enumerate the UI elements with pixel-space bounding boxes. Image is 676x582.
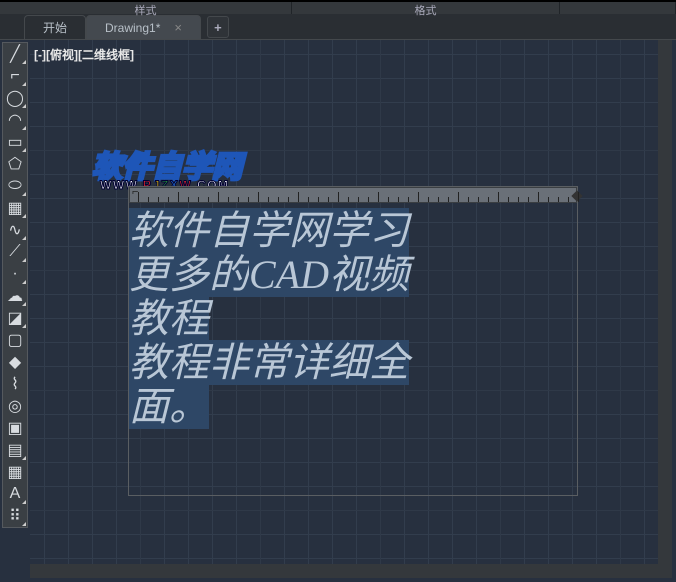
viewport-label[interactable]: [-][俯视][二维线框]: [34, 46, 134, 63]
text-body[interactable]: 软件自学网学习 更多的CAD视频 教程 教程非常详细全 面。: [129, 205, 577, 495]
tool-polyline[interactable]: ⌐: [3, 65, 27, 87]
tool-spline[interactable]: ∿: [3, 219, 27, 241]
tab-start[interactable]: 开始: [24, 15, 86, 39]
tool-line[interactable]: ╱: [3, 43, 27, 65]
menubar: 样式 格式: [0, 0, 676, 14]
new-tab-button[interactable]: +: [207, 16, 229, 38]
tool-region[interactable]: ◪: [3, 307, 27, 329]
tab-drawing1[interactable]: Drawing1* ×: [86, 15, 201, 39]
mtext-editor[interactable]: ⌐ 软件自学网学习 更多的CAD视频 教程 教程非常详细全 面。: [128, 186, 578, 496]
document-tabs: 开始 Drawing1* × +: [0, 14, 676, 40]
tool-revcloud[interactable]: ☁: [3, 285, 27, 307]
draw-toolbar: ╱⌐◯◠▭⬠⬭▦∿⟋·☁◪▢◆⌇◎▣▤▦A⠿: [2, 42, 28, 528]
tool-construction[interactable]: ⟋: [3, 241, 27, 263]
tool-arc[interactable]: ◠: [3, 109, 27, 131]
tool-polygon[interactable]: ⬠: [3, 153, 27, 175]
tool-rectangle[interactable]: ▭: [3, 131, 27, 153]
tool-wipeout[interactable]: ▢: [3, 329, 27, 351]
tool-3dface[interactable]: ◆: [3, 351, 27, 373]
tool-donut[interactable]: ◎: [3, 395, 27, 417]
workspace: ╱⌐◯◠▭⬠⬭▦∿⟋·☁◪▢◆⌇◎▣▤▦A⠿ [-][俯视][二维线框] 软件自…: [0, 40, 676, 582]
close-icon[interactable]: ×: [174, 20, 182, 35]
tool-boundary[interactable]: ▣: [3, 417, 27, 439]
tool-measure[interactable]: ▤: [3, 439, 27, 461]
tool-helix[interactable]: ⌇: [3, 373, 27, 395]
tool-hatch[interactable]: ▦: [3, 197, 27, 219]
tool-circle[interactable]: ◯: [3, 87, 27, 109]
tool-table[interactable]: ▦: [3, 461, 27, 483]
menu-style[interactable]: 样式: [0, 2, 292, 14]
tool-text[interactable]: A: [3, 483, 27, 505]
tool-more[interactable]: ⠿: [3, 505, 27, 527]
menu-spacer: [560, 2, 676, 14]
menu-format[interactable]: 格式: [292, 2, 560, 14]
tool-ellipse[interactable]: ⬭: [3, 175, 27, 197]
text-ruler[interactable]: ⌐: [129, 187, 577, 203]
tool-point[interactable]: ·: [3, 263, 27, 285]
